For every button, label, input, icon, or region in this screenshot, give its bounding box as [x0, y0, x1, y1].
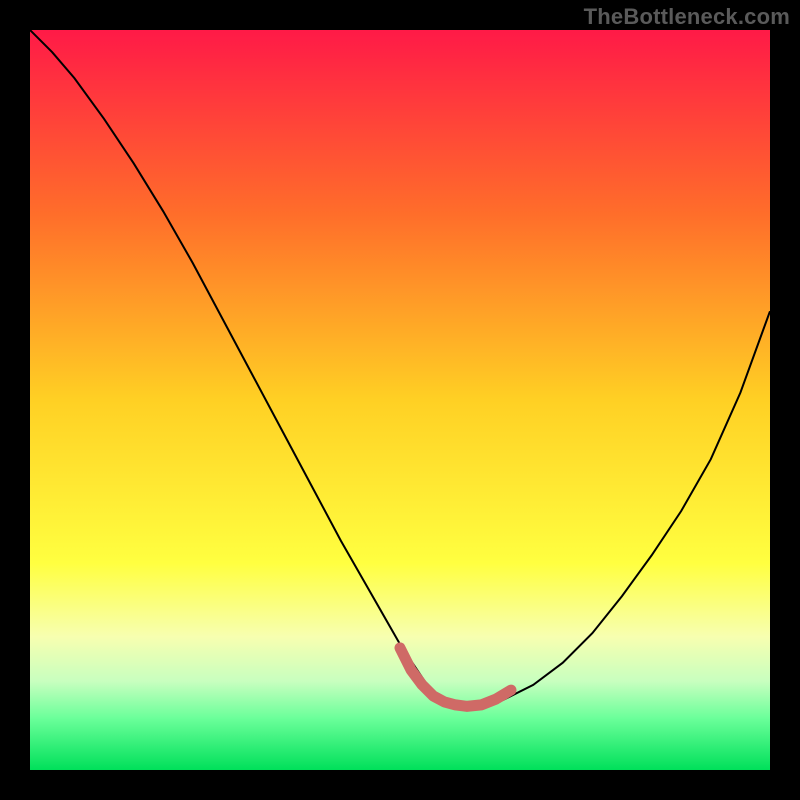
chart-svg	[30, 30, 770, 770]
watermark-text: TheBottleneck.com	[584, 4, 790, 30]
chart-frame: TheBottleneck.com	[0, 0, 800, 800]
plot-area	[30, 30, 770, 770]
